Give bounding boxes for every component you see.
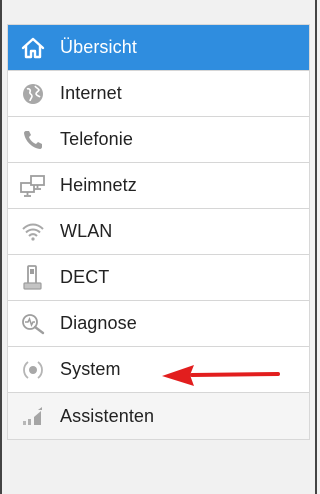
system-icon [20, 357, 46, 383]
nav-item-assistenten[interactable]: Assistenten [8, 393, 309, 439]
diagnosis-icon [20, 311, 46, 337]
nav-label-system: System [60, 359, 121, 379]
annotation-arrow-icon [162, 365, 280, 386]
nav-label-wlan: WLAN [60, 221, 113, 241]
dect-handset-icon [20, 264, 46, 291]
nav-item-dect[interactable]: DECT [8, 255, 309, 300]
nav-item-telefonie[interactable]: Telefonie [8, 117, 309, 162]
app-frame: Übersicht Internet Telefonie Heimnetz WL… [0, 0, 317, 494]
nav-label-dect: DECT [60, 267, 110, 287]
network-icon [20, 173, 46, 199]
globe-icon [20, 81, 46, 107]
home-icon [20, 35, 46, 61]
nav-label-internet: Internet [60, 83, 122, 103]
nav-label-uebersicht: Übersicht [60, 37, 137, 57]
nav-item-heimnetz[interactable]: Heimnetz [8, 163, 309, 208]
nav-item-wlan[interactable]: WLAN [8, 209, 309, 254]
phone-icon [20, 127, 46, 153]
nav-label-telefonie: Telefonie [60, 129, 133, 149]
assistant-icon [20, 403, 46, 429]
nav-label-assistenten: Assistenten [60, 405, 155, 426]
nav-item-uebersicht[interactable]: Übersicht [8, 25, 309, 70]
wifi-icon [20, 219, 46, 245]
nav-item-internet[interactable]: Internet [8, 71, 309, 116]
nav-label-heimnetz: Heimnetz [60, 175, 137, 195]
nav-item-diagnose[interactable]: Diagnose [8, 301, 309, 346]
nav-label-diagnose: Diagnose [60, 313, 137, 333]
